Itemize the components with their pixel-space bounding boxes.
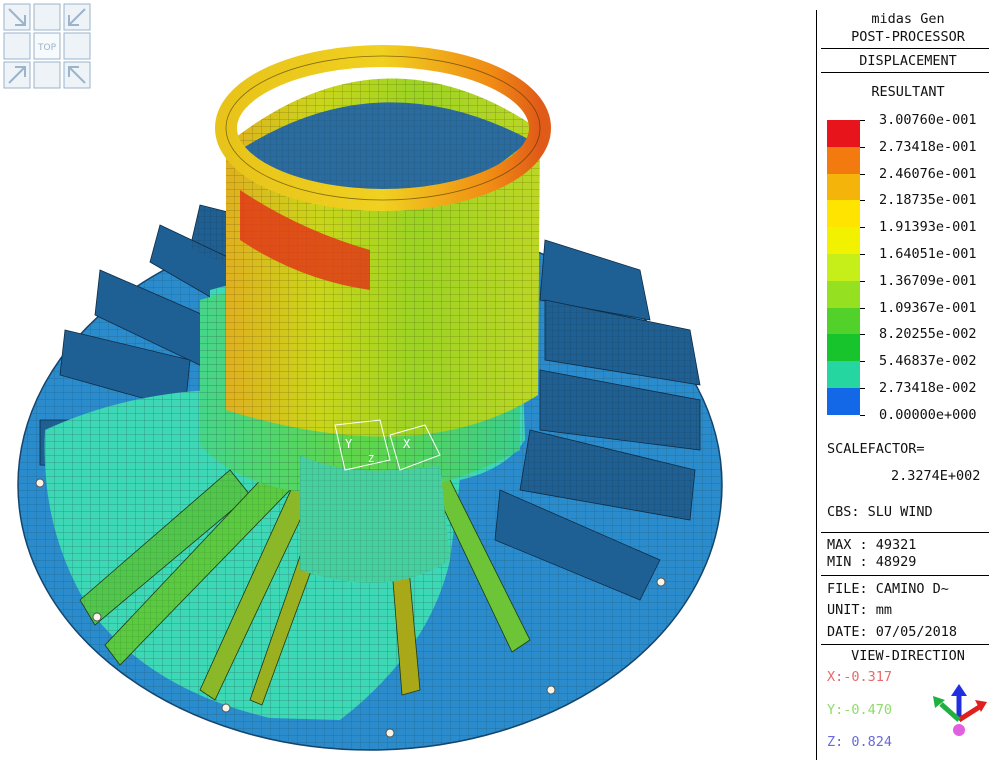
axis-z-label: Z	[368, 454, 374, 465]
axis-x-label: X	[403, 437, 411, 451]
scale-factor-value: 2.3274E+002	[891, 468, 981, 484]
view-triad-icon	[933, 684, 987, 736]
legend-value: 0.00000e+000	[879, 406, 977, 423]
legend-tick	[860, 227, 865, 229]
model-viewport[interactable]: Y X Z TOP	[0, 0, 816, 763]
unit: UNIT: mm	[827, 602, 893, 618]
legend-value: 5.46837e-002	[879, 353, 977, 370]
load-case: CBS: SLU WIND	[827, 504, 933, 520]
legend-tick	[860, 361, 865, 363]
view-direction-x: X:-0.317	[827, 669, 893, 685]
cylinder-shell	[215, 45, 551, 437]
legend-swatch	[827, 280, 860, 308]
view-cube[interactable]: TOP	[0, 0, 94, 92]
date: DATE: 07/05/2018	[827, 624, 958, 640]
view-cube-face-top-back[interactable]	[33, 3, 61, 31]
view-direction-y: Y:-0.470	[827, 702, 893, 718]
legend-swatch	[827, 388, 860, 415]
legend-tick	[860, 414, 865, 416]
legend-value: 3.00760e-001	[879, 112, 977, 128]
legend-swatch	[827, 361, 860, 388]
view-direction-z: Z: 0.824	[827, 734, 893, 750]
legend-swatch	[827, 334, 860, 362]
legend-value: 2.73418e-002	[879, 380, 977, 396]
scale-factor-label: SCALEFACTOR=	[827, 441, 925, 457]
legend-value: 1.91393e-001	[879, 219, 977, 236]
legend-tick	[860, 388, 865, 389]
axis-y-label: Y	[345, 437, 353, 451]
legend-value: 2.46076e-001	[879, 165, 977, 182]
view-cube-face-label: TOP	[37, 43, 57, 53]
legend-tick	[860, 254, 865, 255]
legend-swatch	[827, 254, 860, 281]
legend-swatch	[827, 120, 860, 147]
fe-model-render: Y X Z	[17, 45, 723, 751]
contour-scale: 3.00760e-001 2.73418e-001 2.46076e-001 2.18…	[817, 10, 999, 430]
legend-value: 8.20255e-002	[879, 326, 977, 343]
min-node: MIN : 48929	[827, 554, 917, 570]
legend-value: 1.36709e-001	[879, 272, 977, 289]
legend-swatch	[827, 146, 860, 174]
legend-value: 1.64051e-001	[879, 246, 977, 262]
legend-tick	[860, 307, 865, 309]
legend-tick	[860, 200, 865, 202]
legend-swatch	[827, 227, 860, 254]
legend-value: 2.18735e-001	[879, 192, 977, 209]
legend-tick	[860, 334, 865, 336]
view-cube-face-right[interactable]	[63, 32, 91, 60]
legend-swatch	[827, 307, 860, 335]
legend-swatch	[827, 200, 860, 228]
legend-tick	[860, 146, 865, 148]
legend-tick	[860, 120, 865, 121]
legend-tick	[860, 173, 865, 175]
legend-value: 2.73418e-001	[879, 138, 977, 155]
max-node: MAX : 49321	[827, 537, 917, 553]
view-direction-title: VIEW-DIRECTION	[851, 648, 965, 664]
result-legend-panel: midas Gen POST-PROCESSOR DISPLACEMENT RE…	[816, 10, 999, 760]
view-cube-face-front[interactable]	[33, 61, 61, 89]
file-name: FILE: CAMINO D~	[827, 581, 949, 597]
view-cube-face-left[interactable]	[3, 32, 31, 60]
legend-value: 1.09367e-001	[879, 299, 977, 316]
legend-swatch	[827, 173, 860, 201]
legend-tick	[860, 280, 865, 282]
